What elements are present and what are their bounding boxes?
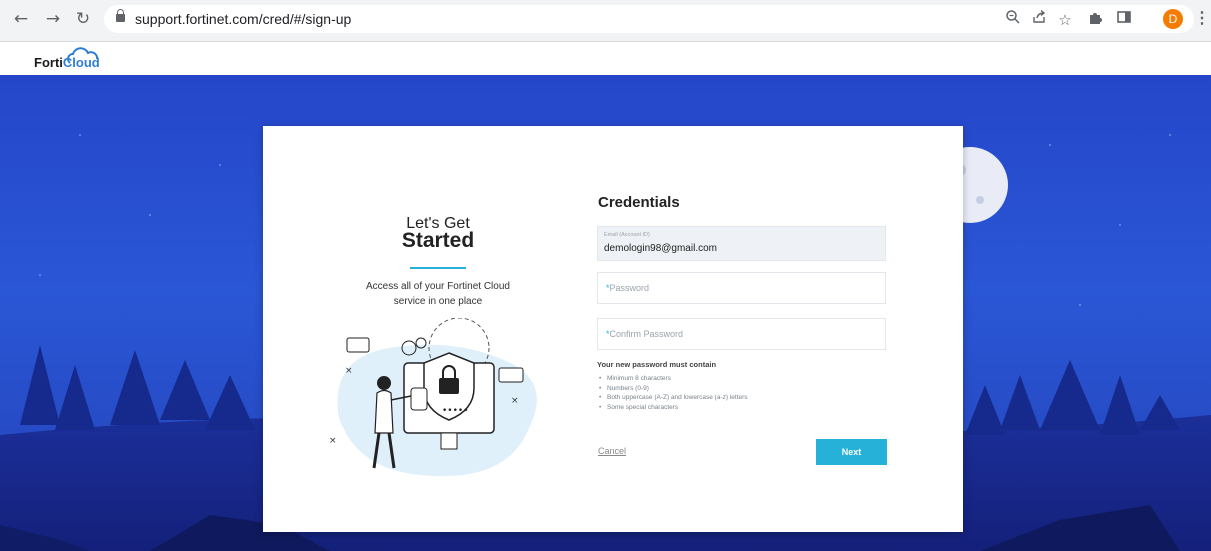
next-button[interactable]: Next <box>816 439 887 465</box>
svg-text:×: × <box>511 396 519 406</box>
password-rule: Both uppercase (A-Z) and lowercase (a-z)… <box>597 393 748 403</box>
password-rules-title: Your new password must contain <box>597 360 717 369</box>
zoom-icon[interactable] <box>1002 9 1024 31</box>
credentials-title: Credentials <box>598 194 680 211</box>
password-rules-list: Minimum 8 characters Numbers (0-9) Both … <box>597 374 748 412</box>
signup-card: Let's Get Started Access all of your For… <box>263 126 963 532</box>
arrow-left-icon[interactable]: ← <box>10 8 32 30</box>
password-placeholder-text: Password <box>609 283 650 293</box>
confirm-placeholder-text: Confirm Password <box>609 329 684 339</box>
address-bar[interactable]: support.fortinet.com/cred/#/sign-up ☆ <box>104 5 1194 33</box>
password-rule: Numbers (0-9) <box>597 384 748 394</box>
url-text[interactable]: support.fortinet.com/cred/#/sign-up <box>135 11 351 27</box>
side-panel-icon[interactable] <box>1113 9 1135 31</box>
password-field[interactable]: *Password <box>597 272 886 304</box>
profile-avatar[interactable]: D <box>1163 9 1183 29</box>
reload-icon[interactable]: ↻ <box>72 8 94 30</box>
cancel-link[interactable]: Cancel <box>598 446 626 456</box>
browser-toolbar: ← → ↻ support.fortinet.com/cred/#/sign-u… <box>0 0 1211 42</box>
svg-text:•••••: ••••• <box>442 406 469 416</box>
password-rule: Some special characters <box>597 403 748 413</box>
email-label: Email (Account ID) <box>604 232 650 238</box>
bookmark-star-icon[interactable]: ☆ <box>1054 9 1076 31</box>
logo-suffix: Cloud <box>62 55 100 70</box>
email-field[interactable]: Email (Account ID) demologin98@gmail.com <box>597 226 886 261</box>
share-icon[interactable] <box>1028 9 1050 31</box>
lock-icon <box>116 9 125 22</box>
confirm-password-placeholder: *Confirm Password <box>606 329 683 339</box>
intro-tagline: Access all of your Fortinet Cloud servic… <box>366 281 510 307</box>
site-header: FortiCloud <box>0 42 1211 75</box>
logo-prefix: Forti <box>34 55 63 70</box>
intro-heading-line2: Started <box>401 229 475 252</box>
email-value[interactable]: demologin98@gmail.com <box>604 243 717 254</box>
menu-dots-icon[interactable]: ⋮ <box>1194 9 1210 29</box>
arrow-right-icon[interactable]: → <box>42 8 64 30</box>
extensions-icon[interactable] <box>1085 9 1107 31</box>
password-placeholder: *Password <box>606 283 649 293</box>
security-illustration: ••••• × × × <box>329 318 537 477</box>
password-rule: Minimum 8 characters <box>597 374 748 384</box>
heading-underline <box>410 267 466 269</box>
svg-text:×: × <box>345 366 353 376</box>
forticloud-logo[interactable]: FortiCloud <box>34 55 100 70</box>
svg-text:×: × <box>329 436 337 446</box>
confirm-password-field[interactable]: *Confirm Password <box>597 318 886 350</box>
